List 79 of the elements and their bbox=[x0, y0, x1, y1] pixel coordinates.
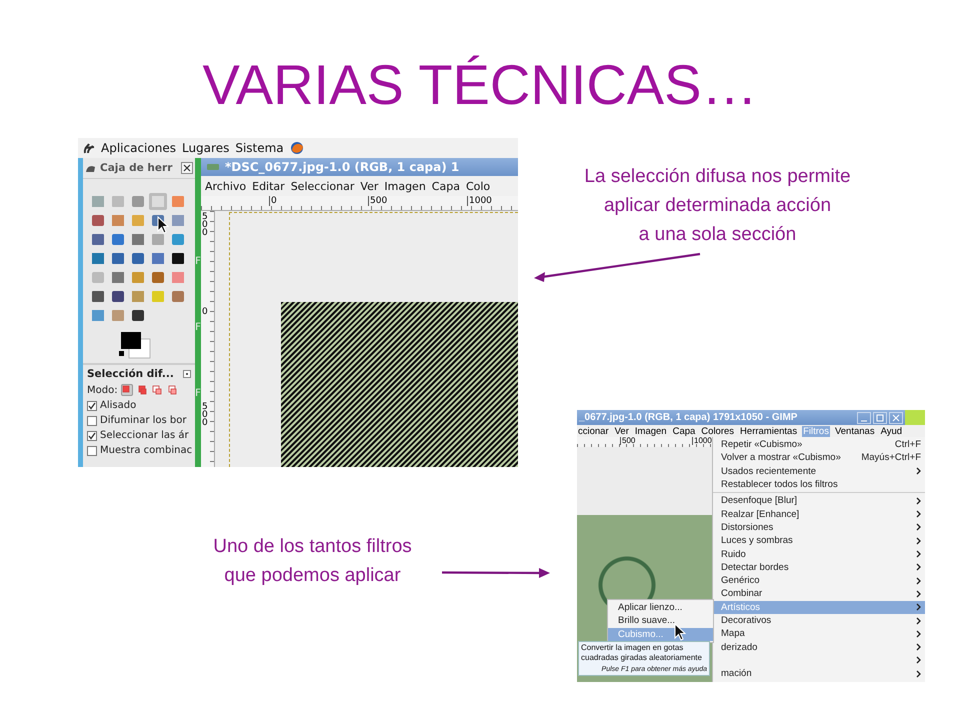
menu-item[interactable]: Herramientas bbox=[739, 426, 798, 436]
checkbox[interactable] bbox=[87, 446, 97, 456]
menu-item[interactable]: Ver bbox=[360, 180, 378, 192]
menu-item[interactable]: Ventanas bbox=[834, 426, 876, 436]
menu-entry[interactable]: Repetir «Cubismo» Ctrl+F bbox=[713, 438, 925, 452]
callout-text: a una sola sección bbox=[638, 223, 796, 247]
menu-entry[interactable]: Luces y sombras bbox=[713, 534, 925, 548]
color-swatches-drawing[interactable] bbox=[119, 331, 151, 359]
menu-entry[interactable]: Aplicar lienzo... bbox=[608, 601, 713, 614]
menu-item[interactable]: Archivo bbox=[205, 180, 246, 192]
restore-icon[interactable] bbox=[183, 370, 191, 378]
menu-entry[interactable]: Combinar bbox=[713, 587, 925, 601]
menu-entry[interactable]: Genérico bbox=[713, 574, 925, 588]
ruler-label: 1000 bbox=[467, 196, 492, 206]
menu-entry[interactable]: Realzar [Enhance] bbox=[713, 507, 925, 521]
tooltip-text: cuadradas giradas aleatoriamente bbox=[581, 653, 703, 663]
menu-item[interactable]: ccionar bbox=[577, 426, 610, 436]
ruler-label: 500 bbox=[620, 437, 636, 445]
ruler-label: 500 bbox=[202, 403, 209, 427]
menu-entry[interactable]: Brillo suave... bbox=[608, 614, 713, 628]
ruler-label: 0 bbox=[269, 196, 277, 206]
menu-item[interactable]: Ver bbox=[614, 426, 630, 436]
mode-icon[interactable] bbox=[166, 384, 178, 396]
callout-text: que podemos aplicar bbox=[224, 564, 401, 588]
menu-entry[interactable]: Restablecer todos los filtros bbox=[713, 478, 925, 492]
mode-icon[interactable] bbox=[120, 384, 133, 396]
minimize-icon[interactable] bbox=[857, 412, 871, 424]
panel-menu[interactable]: Aplicaciones bbox=[101, 141, 176, 155]
menu-entry[interactable]: Volver a mostrar «Cubismo» Mayús+Ctrl+F bbox=[713, 451, 925, 465]
mode-icon[interactable] bbox=[136, 384, 148, 396]
menu-item[interactable]: Colo bbox=[466, 180, 490, 192]
browser-icon[interactable] bbox=[290, 141, 304, 155]
options-title: Selección dif... bbox=[87, 368, 174, 380]
callout-text: La selección difusa nos permite bbox=[584, 165, 851, 189]
panel-menu[interactable]: Sistema bbox=[235, 141, 284, 155]
callout-text: aplicar determinada acción bbox=[604, 194, 832, 218]
menu-entry[interactable]: derizado bbox=[713, 640, 925, 654]
menu-entry[interactable]: Distorsiones bbox=[713, 520, 925, 534]
menu-entry[interactable]: mación bbox=[713, 667, 925, 680]
cursor-icon bbox=[157, 216, 169, 234]
mode-icon[interactable] bbox=[150, 384, 163, 396]
menu-item[interactable]: Imagen bbox=[384, 180, 426, 192]
menu-entry[interactable]: Desenfoque [Blur] bbox=[713, 494, 925, 508]
menu-entry[interactable]: Usados recientemente bbox=[713, 464, 925, 478]
panel-menu[interactable]: Lugares bbox=[182, 141, 230, 155]
foot-icon bbox=[83, 142, 95, 154]
slide-title: VARIAS TÉCNICAS… bbox=[202, 52, 758, 117]
menu-entry[interactable]: Detectar bordes bbox=[713, 560, 925, 574]
toolbox-title: Caja de herr bbox=[100, 162, 174, 174]
window-title: *DSC_0677.jpg-1.0 (RGB, 1 capa) 1 bbox=[225, 160, 460, 174]
mode-label: Modo: bbox=[87, 384, 118, 396]
menu-item[interactable]: Seleccionar bbox=[290, 180, 354, 192]
window-title: _0677.jpg-1.0 (RGB, 1 capa) 1791x1050 - GIMP bbox=[579, 412, 798, 423]
checkbox[interactable] bbox=[87, 430, 97, 440]
checkbox[interactable] bbox=[87, 400, 97, 410]
option-label: Difuminar los bor bbox=[100, 415, 186, 426]
callout-text: Uno de los tantos filtros bbox=[213, 535, 412, 559]
ruler-label: 0 bbox=[202, 308, 209, 316]
menu-item[interactable]: Capa bbox=[672, 426, 696, 436]
window-edge-letter: F bbox=[195, 388, 201, 400]
ruler-label: 500 bbox=[202, 213, 209, 237]
window-edge-letter: F bbox=[195, 256, 201, 267]
ruler-label: 500 bbox=[368, 196, 388, 206]
menu-item[interactable]: Ayud bbox=[880, 426, 904, 436]
menu-entry[interactable]: Decorativos bbox=[713, 614, 925, 628]
option-label: Muestra combinac bbox=[100, 445, 192, 456]
menu-entry[interactable]: Mapa bbox=[713, 627, 925, 640]
close-icon[interactable] bbox=[181, 162, 193, 174]
option-label: Seleccionar las ár bbox=[100, 430, 189, 441]
menu-item[interactable]: Imagen bbox=[634, 426, 668, 436]
window-edge-letter: F bbox=[195, 322, 201, 333]
checkbox[interactable] bbox=[87, 416, 97, 426]
maximize-icon[interactable] bbox=[873, 412, 887, 424]
menu-item[interactable]: Capa bbox=[432, 180, 460, 192]
option-label: Alisado bbox=[100, 400, 136, 411]
menu-item[interactable]: Colores bbox=[700, 426, 736, 436]
menu-entry[interactable]: Ruido bbox=[713, 547, 925, 561]
tooltip-text: Convertir la imagen en gotas bbox=[581, 643, 684, 653]
menu-item[interactable]: Editar bbox=[252, 180, 285, 192]
